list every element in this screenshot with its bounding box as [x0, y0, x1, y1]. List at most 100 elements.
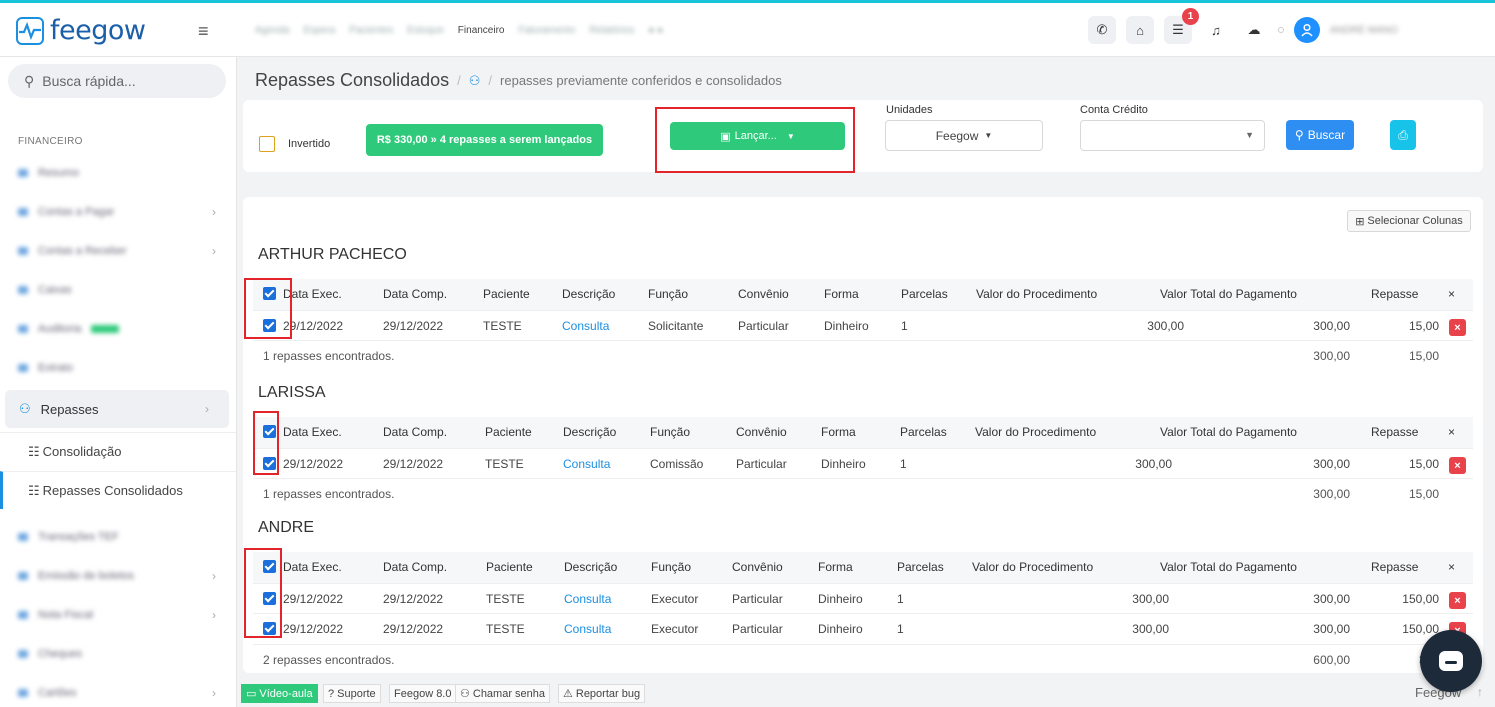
delete-button[interactable]: × [1449, 457, 1466, 474]
close-column-icon[interactable]: × [1448, 560, 1455, 574]
cell-valor-total: 300,00 [1313, 622, 1350, 636]
sidebar-item[interactable]: Extrato [0, 349, 236, 387]
select-columns-button[interactable]: ⊞ Selecionar Colunas [1347, 210, 1471, 232]
descricao-link[interactable]: Consulta [562, 319, 609, 333]
page-title: Repasses Consolidados [255, 70, 450, 90]
nav-item[interactable]: Agenda [255, 25, 289, 36]
lancar-button[interactable]: ▣ Lançar... ▼ [670, 122, 845, 150]
help-icon: ? [328, 687, 335, 700]
cell-parcelas: 1 [900, 457, 907, 471]
sidebar-sub-repasses-consolidados[interactable]: ☷ Repasses Consolidados [0, 471, 236, 509]
nav-item-financeiro[interactable]: Financeiro [458, 25, 505, 36]
sidebar-item[interactable]: Caixas [0, 271, 236, 309]
cell-exec: 29/12/2022 [283, 457, 344, 471]
user-name[interactable]: ANDRÉ MANO [1330, 25, 1398, 36]
nav-item[interactable]: Pacientes [349, 25, 393, 36]
chat-widget-button[interactable] [1420, 630, 1482, 692]
found-count: 1 repasses encontrados. [263, 349, 395, 363]
chamar-senha-button[interactable]: ⚇ Chamar senha [455, 684, 551, 703]
column-header: Convênio [736, 425, 787, 439]
highlight-box [253, 411, 279, 475]
phone-icon[interactable]: ✆ [1088, 16, 1116, 44]
sidebar-item[interactable]: Cheques [0, 635, 236, 673]
logo-text: feegow [50, 15, 146, 46]
cell-forma: Dinheiro [818, 592, 863, 606]
highlight-box [244, 548, 282, 638]
chat-icon[interactable]: ☁ [1240, 16, 1268, 44]
sidebar-item[interactable]: Contas a Receber › [0, 232, 236, 270]
sidebar-sub-consolidacao[interactable]: ☷ Consolidação [0, 432, 236, 470]
feegow-logo[interactable]: feegow [16, 15, 146, 46]
sidebar-item[interactable]: Contas a Pagar › [0, 193, 236, 231]
video-aula-button[interactable]: ▭ Vídeo-aula [241, 684, 318, 703]
total-pagamento: 300,00 [1313, 349, 1350, 363]
summary-button[interactable]: R$ 330,00 » 4 repasses a serem lançados [366, 124, 603, 156]
scroll-top-icon[interactable]: ↑ [1477, 685, 1483, 699]
sidebar-item[interactable]: Emissão de boletos › [0, 557, 236, 595]
sidebar-item[interactable]: Cartões › [0, 674, 236, 707]
print-button[interactable]: ⎙ [1390, 120, 1416, 150]
delete-button[interactable]: × [1449, 319, 1466, 336]
inbox-icon[interactable]: ⌂ [1126, 16, 1154, 44]
cell-funcao: Comissão [650, 457, 704, 471]
cell-paciente: TESTE [483, 319, 522, 333]
chevron-down-icon: ▼ [1245, 130, 1254, 140]
cell-comp: 29/12/2022 [383, 457, 444, 471]
sidebar-item[interactable]: Resumo [0, 154, 236, 192]
nav-item[interactable]: Espera [303, 25, 335, 36]
table-row: 29/12/2022 29/12/2022 TESTE Consulta Executo… [253, 583, 1473, 614]
column-header: Data Exec. [283, 560, 342, 574]
invertido-checkbox[interactable] [259, 136, 275, 152]
delete-button[interactable]: × [1449, 592, 1466, 609]
conta-credito-select[interactable]: ▼ [1080, 120, 1265, 151]
list-icon: ☷ [28, 482, 40, 498]
search-input[interactable]: Busca rápida... [42, 73, 135, 89]
cell-convenio: Particular [738, 319, 789, 333]
buscar-button[interactable]: ⚲ Buscar [1286, 120, 1354, 150]
bell-icon[interactable]: ♫ [1202, 16, 1230, 44]
tasks-icon[interactable]: ☰ 1 [1164, 8, 1199, 44]
column-header: Parcelas [901, 287, 948, 301]
column-header: Forma [824, 287, 859, 301]
column-header: Função [648, 287, 689, 301]
column-header: Data Exec. [283, 425, 342, 439]
column-header: Forma [821, 425, 856, 439]
column-header: Paciente [485, 425, 532, 439]
reportar-bug-button[interactable]: ⚠ Reportar bug [558, 684, 646, 703]
nav-item[interactable]: Estoque [407, 25, 444, 36]
cell-funcao: Executor [651, 622, 699, 636]
cell-valor-procedimento: 300,00 [1135, 457, 1172, 471]
table-header-row: Data Exec. Data Comp. Paciente Descrição Fun… [253, 417, 1473, 448]
cell-funcao: Solicitante [648, 319, 704, 333]
header: feegow ≡ Agenda Espera Pacientes Estoque… [0, 3, 1495, 57]
close-column-icon[interactable]: × [1448, 425, 1455, 439]
descricao-link[interactable]: Consulta [564, 622, 611, 636]
nav-item[interactable]: Faturamento [519, 25, 576, 36]
suporte-button[interactable]: ? Suporte [323, 684, 381, 703]
sidebar-item[interactable]: Auditoria [0, 310, 236, 348]
descricao-link[interactable]: Consulta [564, 592, 611, 606]
cell-convenio: Particular [732, 592, 783, 606]
group-title: LARISSA [258, 384, 326, 401]
sidebar-item-repasses[interactable]: ⚇ Repasses › [5, 390, 229, 428]
avatar[interactable] [1294, 17, 1320, 43]
logo-pulse-icon [16, 16, 44, 45]
close-column-icon[interactable]: × [1448, 287, 1455, 301]
nav-item[interactable]: Relatórios [589, 25, 634, 36]
sidebar-item[interactable]: Transações TEF [0, 518, 236, 556]
column-header: Repasse [1371, 560, 1419, 574]
found-count: 1 repasses encontrados. [263, 487, 395, 501]
highlight-box [244, 278, 292, 339]
nav-item[interactable]: ● ● [648, 25, 663, 36]
descricao-link[interactable]: Consulta [563, 457, 610, 471]
quick-search[interactable]: ⚲ Busca rápida... [8, 64, 226, 98]
sidebar: ⚲ Busca rápida... FINANCEIRO Resumo Cont… [0, 57, 237, 707]
bug-icon: ⚠ [563, 688, 573, 700]
column-header: Descrição [562, 287, 616, 301]
unidades-select[interactable]: Feegow ▼ [885, 120, 1043, 151]
sidebar-item[interactable]: Nota Fiscal › [0, 596, 236, 634]
cell-forma: Dinheiro [821, 457, 866, 471]
cell-valor-total: 300,00 [1313, 319, 1350, 333]
menu-toggle-icon[interactable]: ≡ [198, 21, 209, 42]
total-pagamento: 300,00 [1313, 487, 1350, 501]
